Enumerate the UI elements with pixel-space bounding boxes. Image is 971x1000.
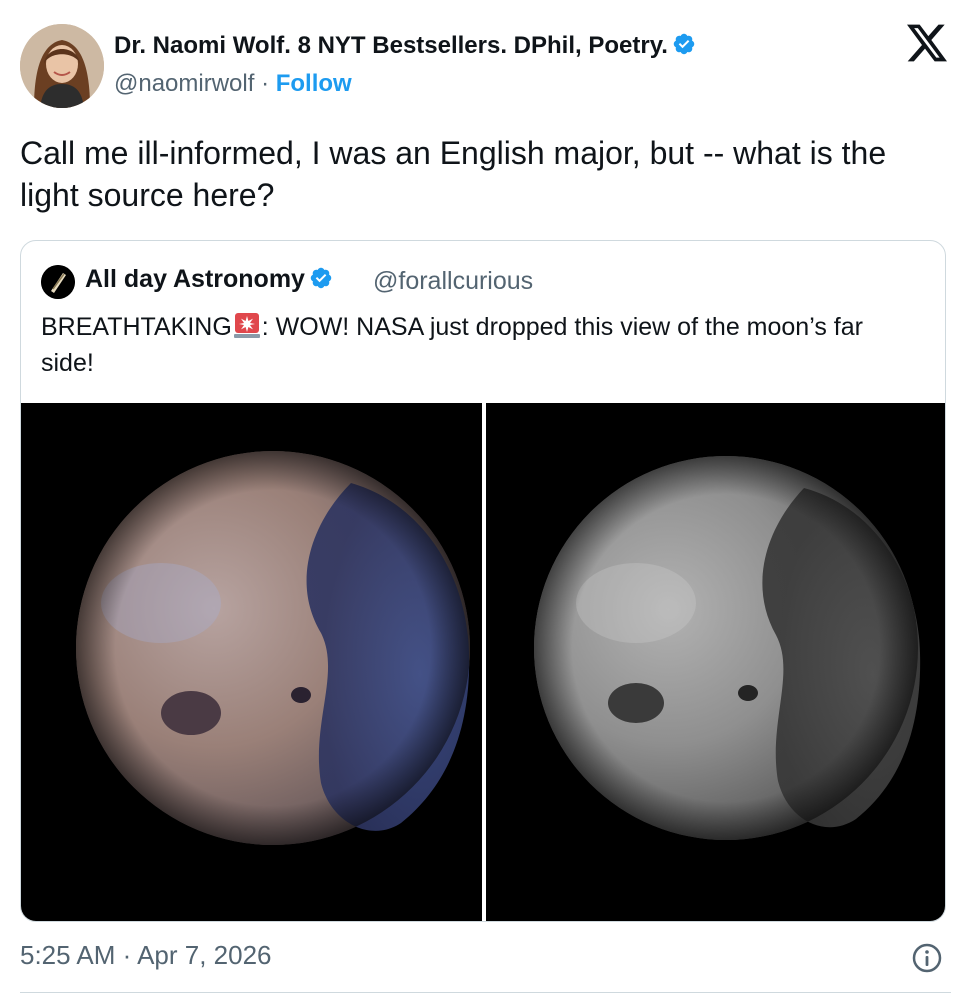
author-name[interactable]: Dr. Naomi Wolf. 8 NYT Bestsellers. DPhil…: [114, 32, 696, 60]
author-name-text: Dr. Naomi Wolf. 8 NYT Bestsellers. DPhil…: [114, 32, 668, 59]
tweet-text: Call me ill-informed, I was an English m…: [20, 135, 887, 213]
follow-button[interactable]: Follow: [276, 70, 352, 97]
moon-grayscale-image[interactable]: [486, 403, 945, 921]
quoted-author-name-text: All day Astronomy: [85, 265, 305, 293]
author-handle[interactable]: @naomirwolf: [114, 70, 254, 97]
tweet-timestamp[interactable]: 5:25 AM · Apr 7, 2026: [20, 940, 272, 971]
quoted-author-handle[interactable]: @forallcurious: [373, 267, 533, 296]
moon-grayscale-graphic: [534, 456, 921, 840]
handle-separator: ·: [254, 70, 276, 97]
moon-color-graphic: [76, 451, 470, 845]
quoted-text-prefix: BREATHTAKING: [41, 313, 232, 341]
author-handle-line: @naomirwolf · Follow: [114, 70, 352, 98]
avatar-image: [20, 24, 104, 108]
verified-badge-icon: [310, 267, 332, 289]
footer-divider: [20, 992, 951, 993]
quoted-tweet[interactable]: All day Astronomy @forallcurious BREATHT…: [20, 240, 946, 922]
moon-color-image[interactable]: [21, 403, 482, 921]
x-logo-icon[interactable]: [907, 24, 947, 62]
author-avatar[interactable]: [20, 24, 104, 108]
quoted-author-name[interactable]: All day Astronomy: [85, 265, 333, 294]
quoted-author-avatar[interactable]: [41, 265, 75, 299]
info-icon[interactable]: [911, 942, 943, 974]
verified-badge-icon: [673, 33, 695, 55]
siren-icon: [233, 313, 260, 338]
quoted-tweet-text: BREATHTAKING : WOW! NASA just dropped th…: [41, 309, 921, 381]
quoted-media[interactable]: [21, 403, 945, 921]
